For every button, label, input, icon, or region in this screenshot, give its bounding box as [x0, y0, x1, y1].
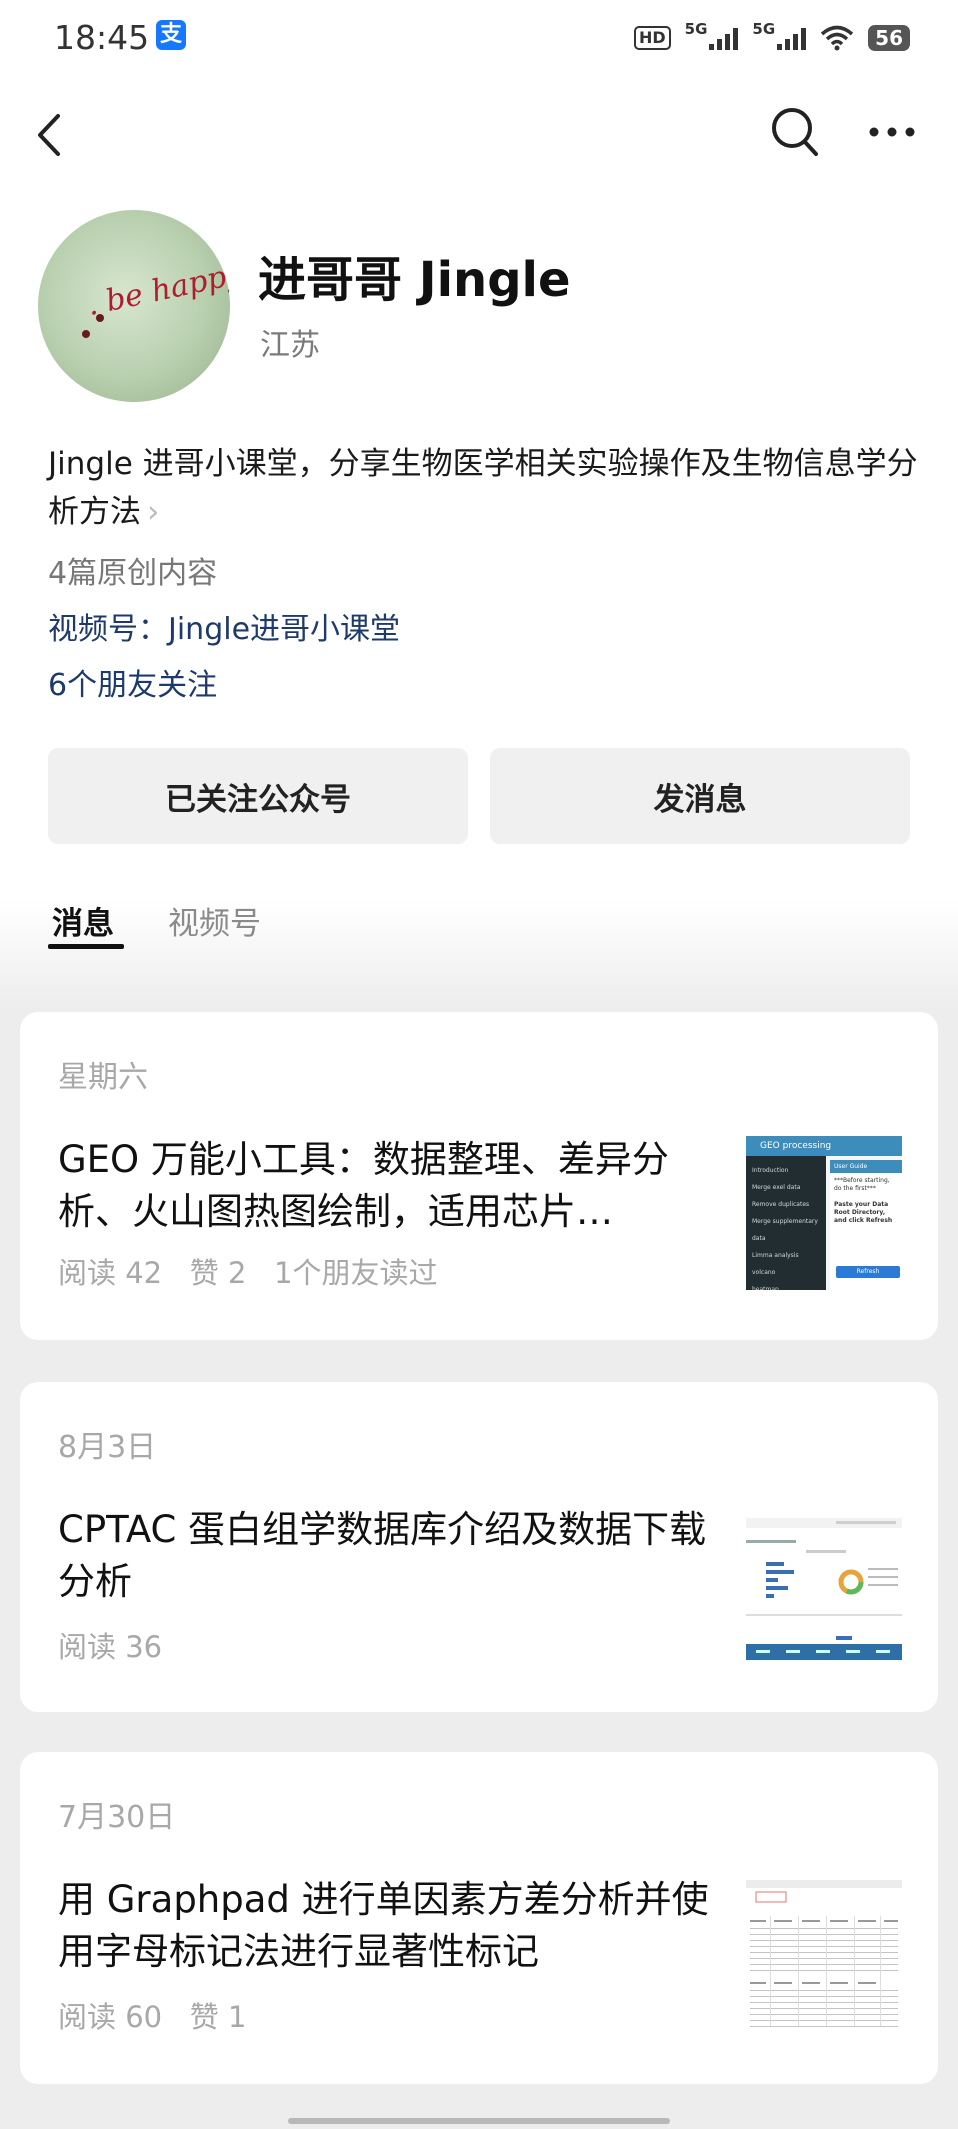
net-label-2: 5G [752, 20, 776, 38]
original-count: 4篇原创内容 [48, 556, 218, 591]
thumb-menu-item: Limma analysis [752, 1252, 799, 1259]
signal-5g-icon-2: 5G [752, 20, 807, 50]
thumb-sidebar: Introduction Merge exel data Remove dupl… [746, 1156, 826, 1290]
thumb-panel-text: ***Before starting, do the first*** [834, 1177, 890, 1192]
account-name: 进哥哥 Jingle [258, 252, 571, 308]
article-thumbnail [746, 1518, 902, 1660]
thumb-header: GEO processing [746, 1136, 902, 1156]
alipay-notification-icon: 支 [156, 20, 186, 50]
article-card[interactable]: 7月30日 用 Graphpad 进行单因素方差分析并使用字母标记法进行显著性标… [20, 1752, 938, 2084]
status-bar: 18:45 支 HD 5G 5G 56 [0, 0, 958, 76]
thumb-panel-title: User Guide [830, 1160, 902, 1173]
article-meta: 阅读 60 赞 1 [58, 2000, 247, 2034]
article-card[interactable]: 星期六 GEO 万能小工具：数据整理、差异分析、火山图热图绘制，适用芯片… 阅读… [20, 1012, 938, 1340]
thumb-menu-item: Merge supplementary data [752, 1218, 818, 1242]
article-date: 星期六 [58, 1060, 148, 1095]
signal-5g-icon: 5G [685, 20, 739, 50]
tab-active-indicator [48, 944, 124, 949]
battery-icon: 56 [868, 25, 910, 51]
description-text: Jingle 进哥小课堂，分享生物医学相关实验操作及生物信息学分析方法 [48, 446, 918, 530]
thumb-panel: User Guide ***Before starting, do the fi… [830, 1160, 902, 1290]
avatar-decoration [82, 330, 90, 338]
home-indicator[interactable] [288, 2118, 670, 2124]
wifi-icon [821, 25, 854, 51]
article-thumbnail: GEO processing Introduction Merge exel d… [746, 1136, 902, 1290]
hd-voice-icon: HD [633, 26, 671, 50]
thumb-menu-item: Merge exel data [752, 1184, 801, 1191]
article-meta: 阅读 36 [58, 1630, 163, 1664]
account-region: 江苏 [260, 328, 320, 363]
thumb-refresh-button: Refresh [836, 1266, 900, 1278]
search-icon[interactable] [770, 106, 820, 158]
account-description[interactable]: Jingle 进哥小课堂，分享生物医学相关实验操作及生物信息学分析方法 › [48, 440, 918, 536]
send-message-button[interactable]: 发消息 [490, 748, 910, 844]
article-title: 用 Graphpad 进行单因素方差分析并使用字母标记法进行显著性标记 [58, 1878, 709, 1973]
net-label-1: 5G [684, 20, 708, 38]
tab-channels[interactable]: 视频号 [168, 898, 261, 943]
avatar-lettering: . be happy [84, 255, 230, 324]
chevron-left-icon[interactable] [30, 110, 70, 160]
avatar[interactable]: . be happy [38, 210, 230, 402]
tab-messages[interactable]: 消息 [52, 898, 114, 943]
channel-link[interactable]: 视频号：Jingle进哥小课堂 [48, 604, 400, 648]
graphpad-table-graphic [746, 1880, 902, 2027]
thumb-menu-item: heatmap [752, 1286, 779, 1290]
cptac-screenshot-graphic [746, 1518, 902, 1660]
article-meta: 阅读 42 赞 2 1个朋友读过 [58, 1256, 438, 1290]
chevron-right-icon: › [147, 494, 160, 530]
thumb-menu-item: volcano [752, 1269, 776, 1276]
status-time: 18:45 [54, 18, 150, 57]
article-title: GEO 万能小工具：数据整理、差异分析、火山图热图绘制，适用芯片… [58, 1138, 669, 1233]
more-horizontal-icon[interactable] [866, 114, 918, 150]
thumb-menu-item: Introduction [752, 1167, 789, 1174]
article-card[interactable]: 8月3日 CPTAC 蛋白组学数据库介绍及数据下载分析 阅读 36 [20, 1382, 938, 1712]
article-thumbnail [746, 1880, 902, 2032]
system-icons: HD 5G 5G 56 [633, 18, 910, 58]
followed-button[interactable]: 已关注公众号 [48, 748, 468, 844]
article-title: CPTAC 蛋白组学数据库介绍及数据下载分析 [58, 1508, 707, 1603]
friends-following-link[interactable]: 6个朋友关注 [48, 660, 217, 704]
thumb-panel-text-2: Paste your Data Root Directory, and clic… [834, 1201, 893, 1224]
article-date: 7月30日 [58, 1800, 176, 1835]
thumb-menu-item: Remove duplicates [752, 1201, 810, 1208]
article-date: 8月3日 [58, 1430, 157, 1465]
avatar-decoration [96, 314, 104, 322]
